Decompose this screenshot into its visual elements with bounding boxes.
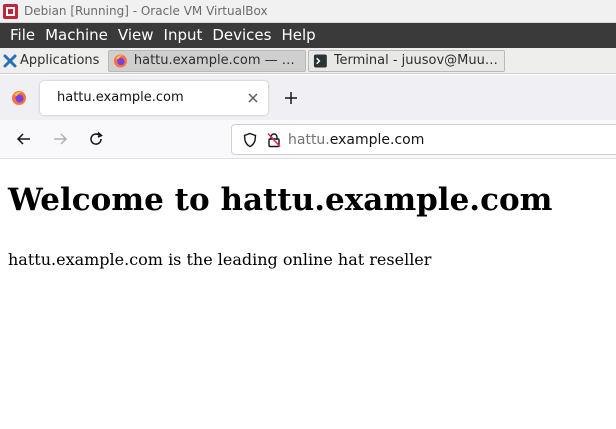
page-paragraph: hattu.example.com is the leading online … [8,250,432,269]
arrow-left-icon [16,133,30,145]
taskbar-item-label: Terminal - juusov@Muumi… [333,53,500,68]
tab-close-button[interactable] [238,92,268,104]
tracking-protection-button[interactable] [240,130,260,150]
menu-input[interactable]: Input [159,23,208,48]
forward-button[interactable] [45,124,75,154]
applications-menu-button[interactable]: Applications [0,48,106,74]
menu-view[interactable]: View [113,23,159,48]
insecure-lock-icon [267,132,281,147]
reload-icon [90,131,103,145]
firefox-view-button[interactable] [0,75,38,120]
menu-machine[interactable]: Machine [40,23,113,48]
menu-devices[interactable]: Devices [207,23,276,48]
firefox-icon [113,53,127,68]
reload-button[interactable] [81,124,111,154]
virtualbox-logo-icon [3,3,18,19]
xfce-logo-icon [3,54,17,67]
plus-icon [285,91,297,104]
url-text: hattu.example.com [288,132,424,148]
terminal-icon [313,54,327,67]
taskbar-item-label: hattu.example.com — Mo… [133,53,301,68]
menu-help[interactable]: Help [276,23,320,48]
firefox-icon [12,90,26,105]
vbox-menu-bar: File Machine View Input Devices Help [0,23,616,48]
browser-tab-strip: hattu.example.com [0,75,616,120]
back-button[interactable] [9,124,39,154]
close-icon [248,92,258,103]
vbox-title-bar: Debian [Running] - Oracle VM VirtualBox [0,0,616,23]
site-info-button[interactable] [264,130,284,150]
menu-file[interactable]: File [0,23,40,48]
arrow-right-icon [54,133,68,145]
url-subdomain: hattu. [288,131,330,148]
applications-label: Applications [20,53,100,68]
page-heading: Welcome to hattu.example.com [8,182,553,218]
new-tab-button[interactable] [276,83,306,113]
browser-tab[interactable]: hattu.example.com [40,80,268,115]
guest-taskbar: Applications hattu.example.com — Mo… Ter… [0,48,616,74]
shield-icon [243,132,257,147]
url-bar[interactable]: hattu.example.com [231,124,616,155]
taskbar-item-firefox[interactable]: hattu.example.com — Mo… [108,49,306,72]
taskbar-item-terminal[interactable]: Terminal - juusov@Muumi… [308,49,505,72]
url-domain: example.com [329,131,425,148]
browser-nav-bar: hattu.example.com [0,120,616,159]
tab-title: hattu.example.com [57,90,184,105]
web-page-content: Welcome to hattu.example.com hattu.examp… [0,160,616,429]
vbox-window-title: Debian [Running] - Oracle VM VirtualBox [24,4,268,18]
